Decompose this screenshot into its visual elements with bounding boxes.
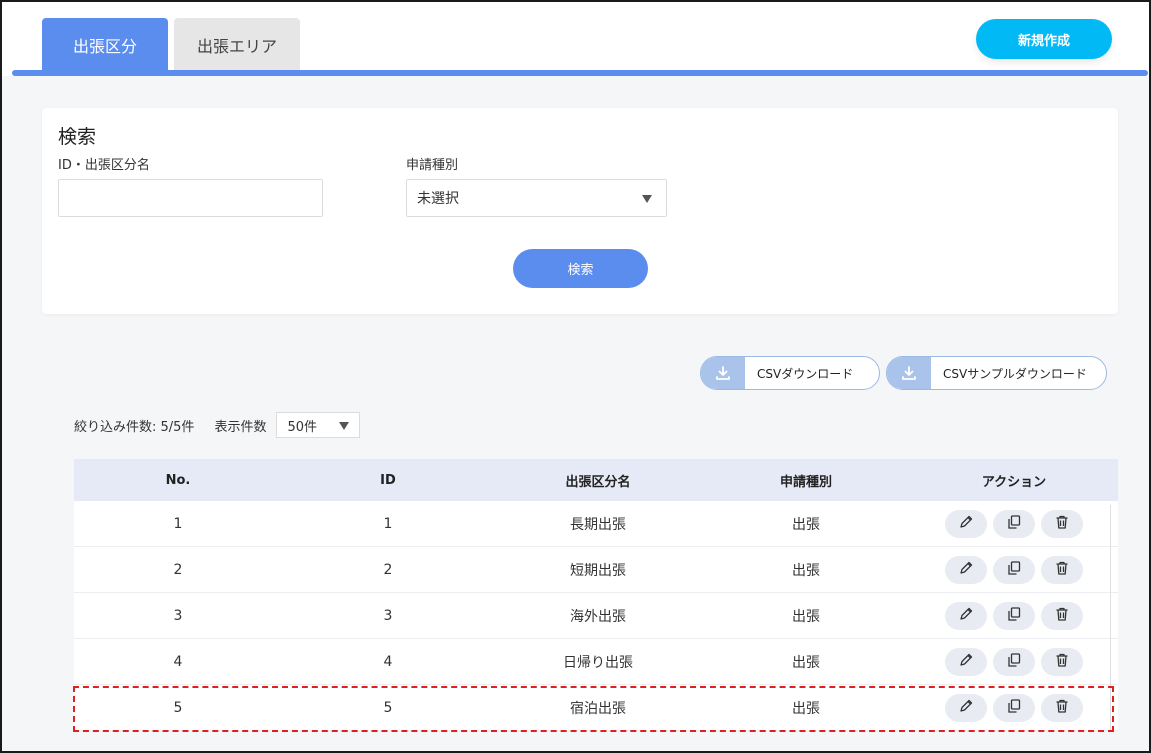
cell-no: 3: [173, 607, 183, 624]
per-page-value: 50件: [287, 419, 317, 435]
id-name-input[interactable]: [58, 179, 323, 217]
filtered-count: 絞り込み件数: 5/5件: [74, 419, 195, 435]
cell-actions: [910, 647, 1118, 676]
trash-icon: [1054, 698, 1070, 718]
cell-id: 4: [383, 653, 393, 670]
csv-download-label: CSVダウンロード: [757, 366, 854, 381]
copy-button[interactable]: [993, 601, 1035, 630]
cell-no: 4: [173, 653, 183, 670]
cell-id: 5: [383, 699, 393, 716]
header-type: 申請種別: [779, 474, 832, 490]
cell-no: 5: [173, 699, 183, 716]
csv-download-button[interactable]: CSVダウンロード: [700, 356, 880, 390]
request-type-label: 申請種別: [406, 158, 459, 173]
table-row: 1 1 長期出張 出張: [74, 501, 1118, 547]
download-icon: [701, 357, 745, 389]
trash-icon: [1054, 514, 1070, 534]
pencil-icon: [958, 514, 974, 534]
table-header: No. ID 出張区分名 申請種別 アクション: [74, 459, 1118, 501]
delete-button[interactable]: [1041, 693, 1083, 722]
copy-button[interactable]: [993, 509, 1035, 538]
copy-button[interactable]: [993, 555, 1035, 584]
table-row: 3 3 海外出張 出張: [74, 593, 1118, 639]
table-row: 5 5 宿泊出張 出張: [74, 685, 1118, 731]
trash-icon: [1054, 560, 1070, 580]
copy-icon: [1006, 560, 1022, 580]
cell-type: 出張: [792, 562, 820, 579]
edit-button[interactable]: [945, 509, 987, 538]
search-button[interactable]: 検索: [513, 249, 648, 288]
cell-name: 短期出張: [570, 562, 626, 579]
copy-icon: [1006, 514, 1022, 534]
cell-name: 海外出張: [570, 608, 626, 625]
copy-icon: [1006, 606, 1022, 626]
header-name: 出張区分名: [565, 474, 631, 490]
copy-icon: [1006, 698, 1022, 718]
cell-name: 宿泊出張: [570, 700, 626, 717]
cell-id: 3: [383, 607, 393, 624]
request-type-select[interactable]: 未選択: [406, 179, 667, 217]
header-id: ID: [380, 472, 396, 488]
cell-actions: [910, 555, 1118, 584]
trash-icon: [1054, 652, 1070, 672]
copy-button[interactable]: [993, 647, 1035, 676]
table-scrollbar[interactable]: [1110, 505, 1116, 730]
cell-actions: [910, 693, 1118, 722]
per-page-select[interactable]: 50件: [276, 412, 361, 438]
delete-button[interactable]: [1041, 555, 1083, 584]
header-no: No.: [165, 472, 191, 488]
cell-no: 1: [173, 515, 183, 532]
cell-id: 2: [383, 561, 393, 578]
delete-button[interactable]: [1041, 509, 1083, 538]
cell-type: 出張: [792, 654, 820, 671]
edit-button[interactable]: [945, 601, 987, 630]
cell-type: 出張: [792, 516, 820, 533]
top-bar: 出張区分 出張エリア 新規作成: [2, 2, 1149, 76]
request-type-value: 未選択: [417, 191, 459, 207]
cell-type: 出張: [792, 608, 820, 625]
copy-icon: [1006, 652, 1022, 672]
caret-down-icon: [642, 195, 652, 203]
download-icon: [887, 357, 931, 389]
cell-no: 2: [173, 561, 183, 578]
filter-row: 絞り込み件数: 5/5件 表示件数 50件: [74, 412, 361, 438]
csv-sample-download-button[interactable]: CSVサンプルダウンロード: [886, 356, 1107, 390]
cell-id: 1: [383, 515, 393, 532]
cell-actions: [910, 509, 1118, 538]
tab-business-trip-area[interactable]: 出張エリア: [174, 18, 300, 72]
csv-sample-download-label: CSVサンプルダウンロード: [943, 366, 1087, 381]
cell-type: 出張: [792, 700, 820, 717]
id-name-label: ID・出張区分名: [58, 158, 150, 173]
tab-underline: [12, 70, 1148, 76]
table-row: 4 4 日帰り出張 出張: [74, 639, 1118, 685]
edit-button[interactable]: [945, 647, 987, 676]
cell-actions: [910, 601, 1118, 630]
cell-name: 長期出張: [570, 516, 626, 533]
table-row: 2 2 短期出張 出張: [74, 547, 1118, 593]
per-page-label: 表示件数: [214, 419, 267, 435]
header-action: アクション: [981, 474, 1047, 490]
app-frame: 出張区分 出張エリア 新規作成 検索 ID・出張区分名 申請種別 未選択 検索 …: [0, 0, 1151, 753]
business-trip-table: No. ID 出張区分名 申請種別 アクション 1 1 長期出張 出張 2 2 …: [74, 459, 1118, 731]
delete-button[interactable]: [1041, 647, 1083, 676]
tab-business-trip-category[interactable]: 出張区分: [42, 18, 168, 72]
delete-button[interactable]: [1041, 601, 1083, 630]
search-panel: 検索 ID・出張区分名 申請種別 未選択 検索: [42, 108, 1118, 314]
edit-button[interactable]: [945, 555, 987, 584]
pencil-icon: [958, 698, 974, 718]
pencil-icon: [958, 560, 974, 580]
trash-icon: [1054, 606, 1070, 626]
pencil-icon: [958, 606, 974, 626]
cell-name: 日帰り出張: [563, 654, 633, 671]
caret-down-icon: [339, 422, 350, 430]
search-title: 検索: [58, 126, 97, 148]
copy-button[interactable]: [993, 693, 1035, 722]
pencil-icon: [958, 652, 974, 672]
create-new-button[interactable]: 新規作成: [976, 19, 1112, 59]
edit-button[interactable]: [945, 693, 987, 722]
